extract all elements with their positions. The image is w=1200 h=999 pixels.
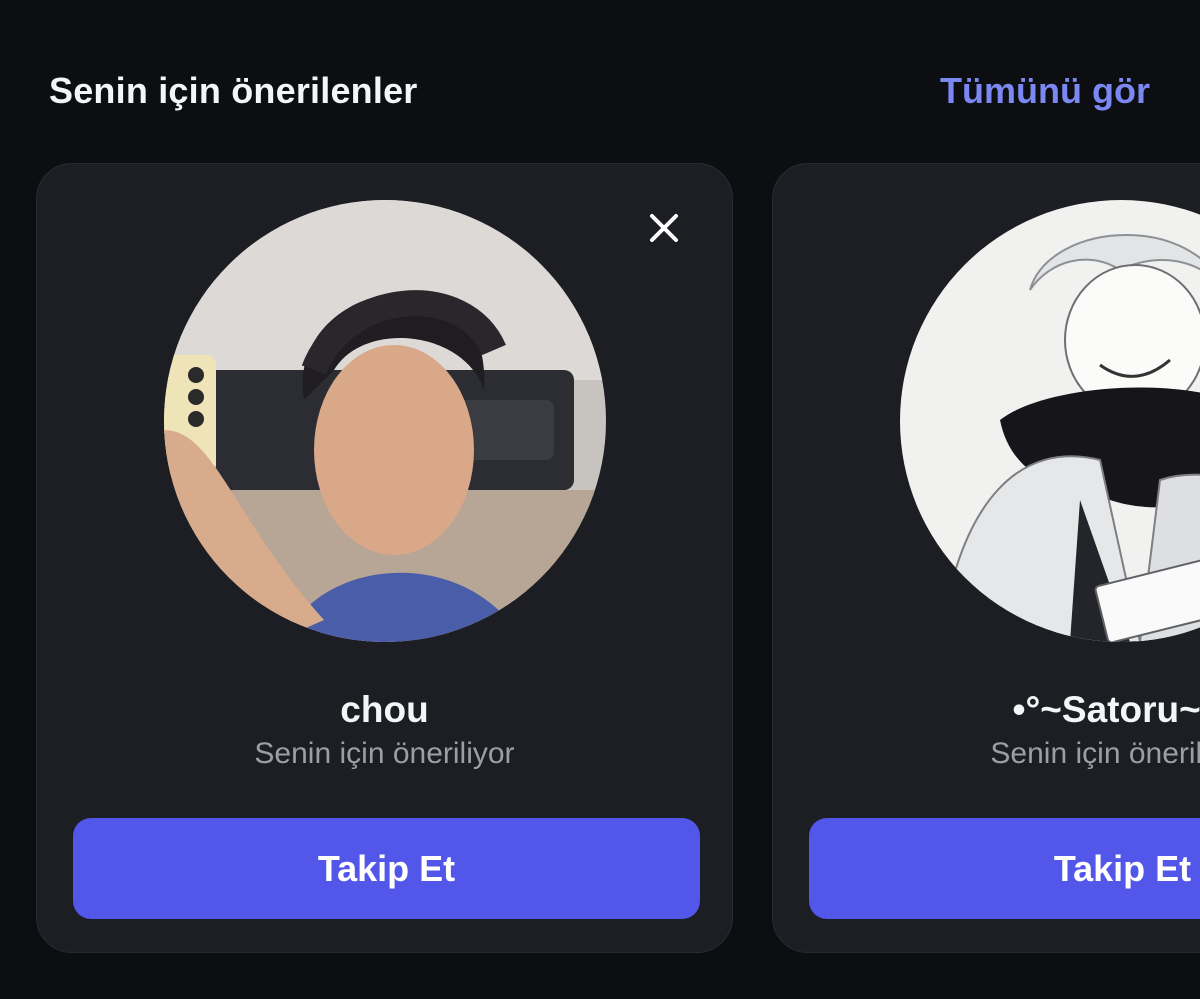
user-name[interactable]: •°~Satoru~°• (773, 689, 1200, 731)
follow-button[interactable]: Takip Et (73, 818, 700, 919)
dismiss-button[interactable] (644, 208, 684, 248)
suggestion-reason: Senin için öneriliyor (990, 737, 1200, 770)
see-all-link[interactable]: Tümünü gör (940, 70, 1150, 112)
avatar[interactable] (164, 200, 606, 642)
suggestion-reason: Senin için öneriliyor (254, 737, 515, 770)
close-icon (650, 214, 678, 242)
avatar[interactable] (900, 200, 1200, 642)
user-name[interactable]: chou (37, 689, 732, 731)
section-title: Senin için önerilenler (49, 70, 418, 111)
suggestion-card: •°~Satoru~°• Senin için öneriliyor Takip… (772, 163, 1200, 953)
follow-button[interactable]: Takip Et (809, 818, 1200, 919)
suggestions-section: Senin için önerilenler Tümünü gör chou S… (0, 0, 1200, 999)
suggestion-card: chou Senin için öneriliyor Takip Et (36, 163, 733, 953)
